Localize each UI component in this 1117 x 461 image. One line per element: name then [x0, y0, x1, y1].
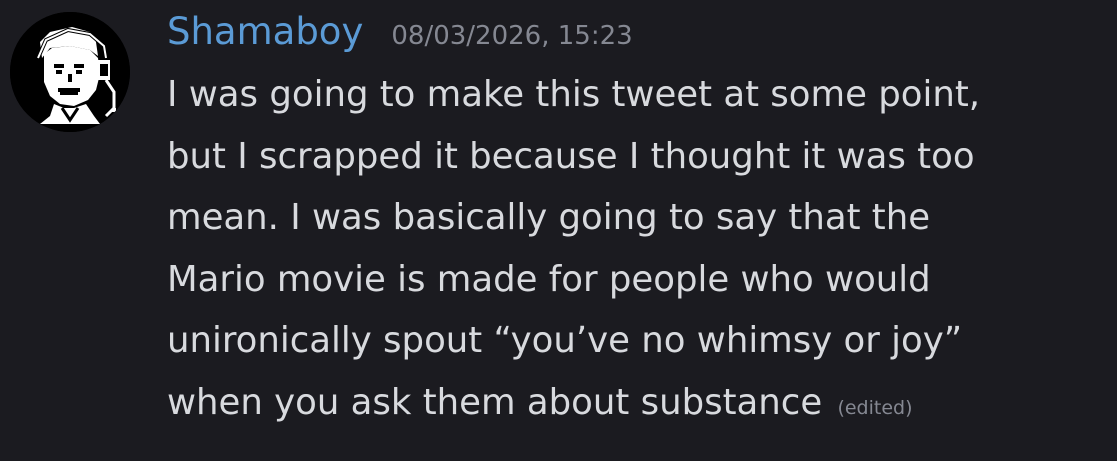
message-line: but I scrapped it because I thought it w…: [167, 135, 975, 177]
message-line: unironically spout “you’ve no whimsy or …: [167, 320, 963, 361]
message-line-last: when you ask them about substance (edite…: [167, 372, 1102, 434]
timestamp[interactable]: 08/03/2026, 15:23: [391, 10, 632, 62]
edited-indicator: (edited): [837, 396, 913, 419]
message-content: I was going to make this tweet at some p…: [167, 64, 1102, 433]
message-line: mean. I was basically going to say that …: [167, 197, 931, 238]
message-header: Shamaboy 08/03/2026, 15:23: [167, 6, 633, 58]
message-line: Mario movie is made for people who would: [167, 258, 931, 300]
avatar-pixel-face-icon: [10, 12, 130, 132]
username[interactable]: Shamaboy: [167, 6, 363, 58]
avatar[interactable]: [10, 12, 130, 132]
message-line: I was going to make this tweet at some p…: [167, 74, 981, 115]
message-line-text: when you ask them about substance: [167, 381, 823, 423]
chat-message: Shamaboy 08/03/2026, 15:23 I was going t…: [0, 0, 1117, 461]
